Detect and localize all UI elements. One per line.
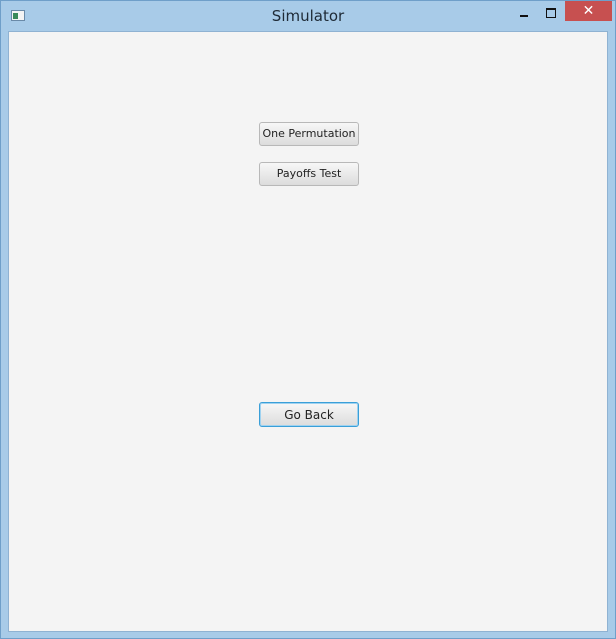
maximize-button[interactable] [537, 6, 563, 26]
payoffs-test-button[interactable]: Payoffs Test [259, 162, 359, 186]
close-button[interactable]: ✕ [565, 1, 612, 21]
minimize-button[interactable] [510, 6, 536, 26]
app-window: Simulator ✕ One Permutation Payoffs Test… [0, 0, 616, 639]
go-back-button[interactable]: Go Back [259, 402, 359, 427]
title-bar[interactable]: Simulator ✕ [1, 1, 615, 31]
content-pane: One Permutation Payoffs Test Go Back [8, 31, 608, 632]
one-permutation-button[interactable]: One Permutation [259, 122, 359, 146]
